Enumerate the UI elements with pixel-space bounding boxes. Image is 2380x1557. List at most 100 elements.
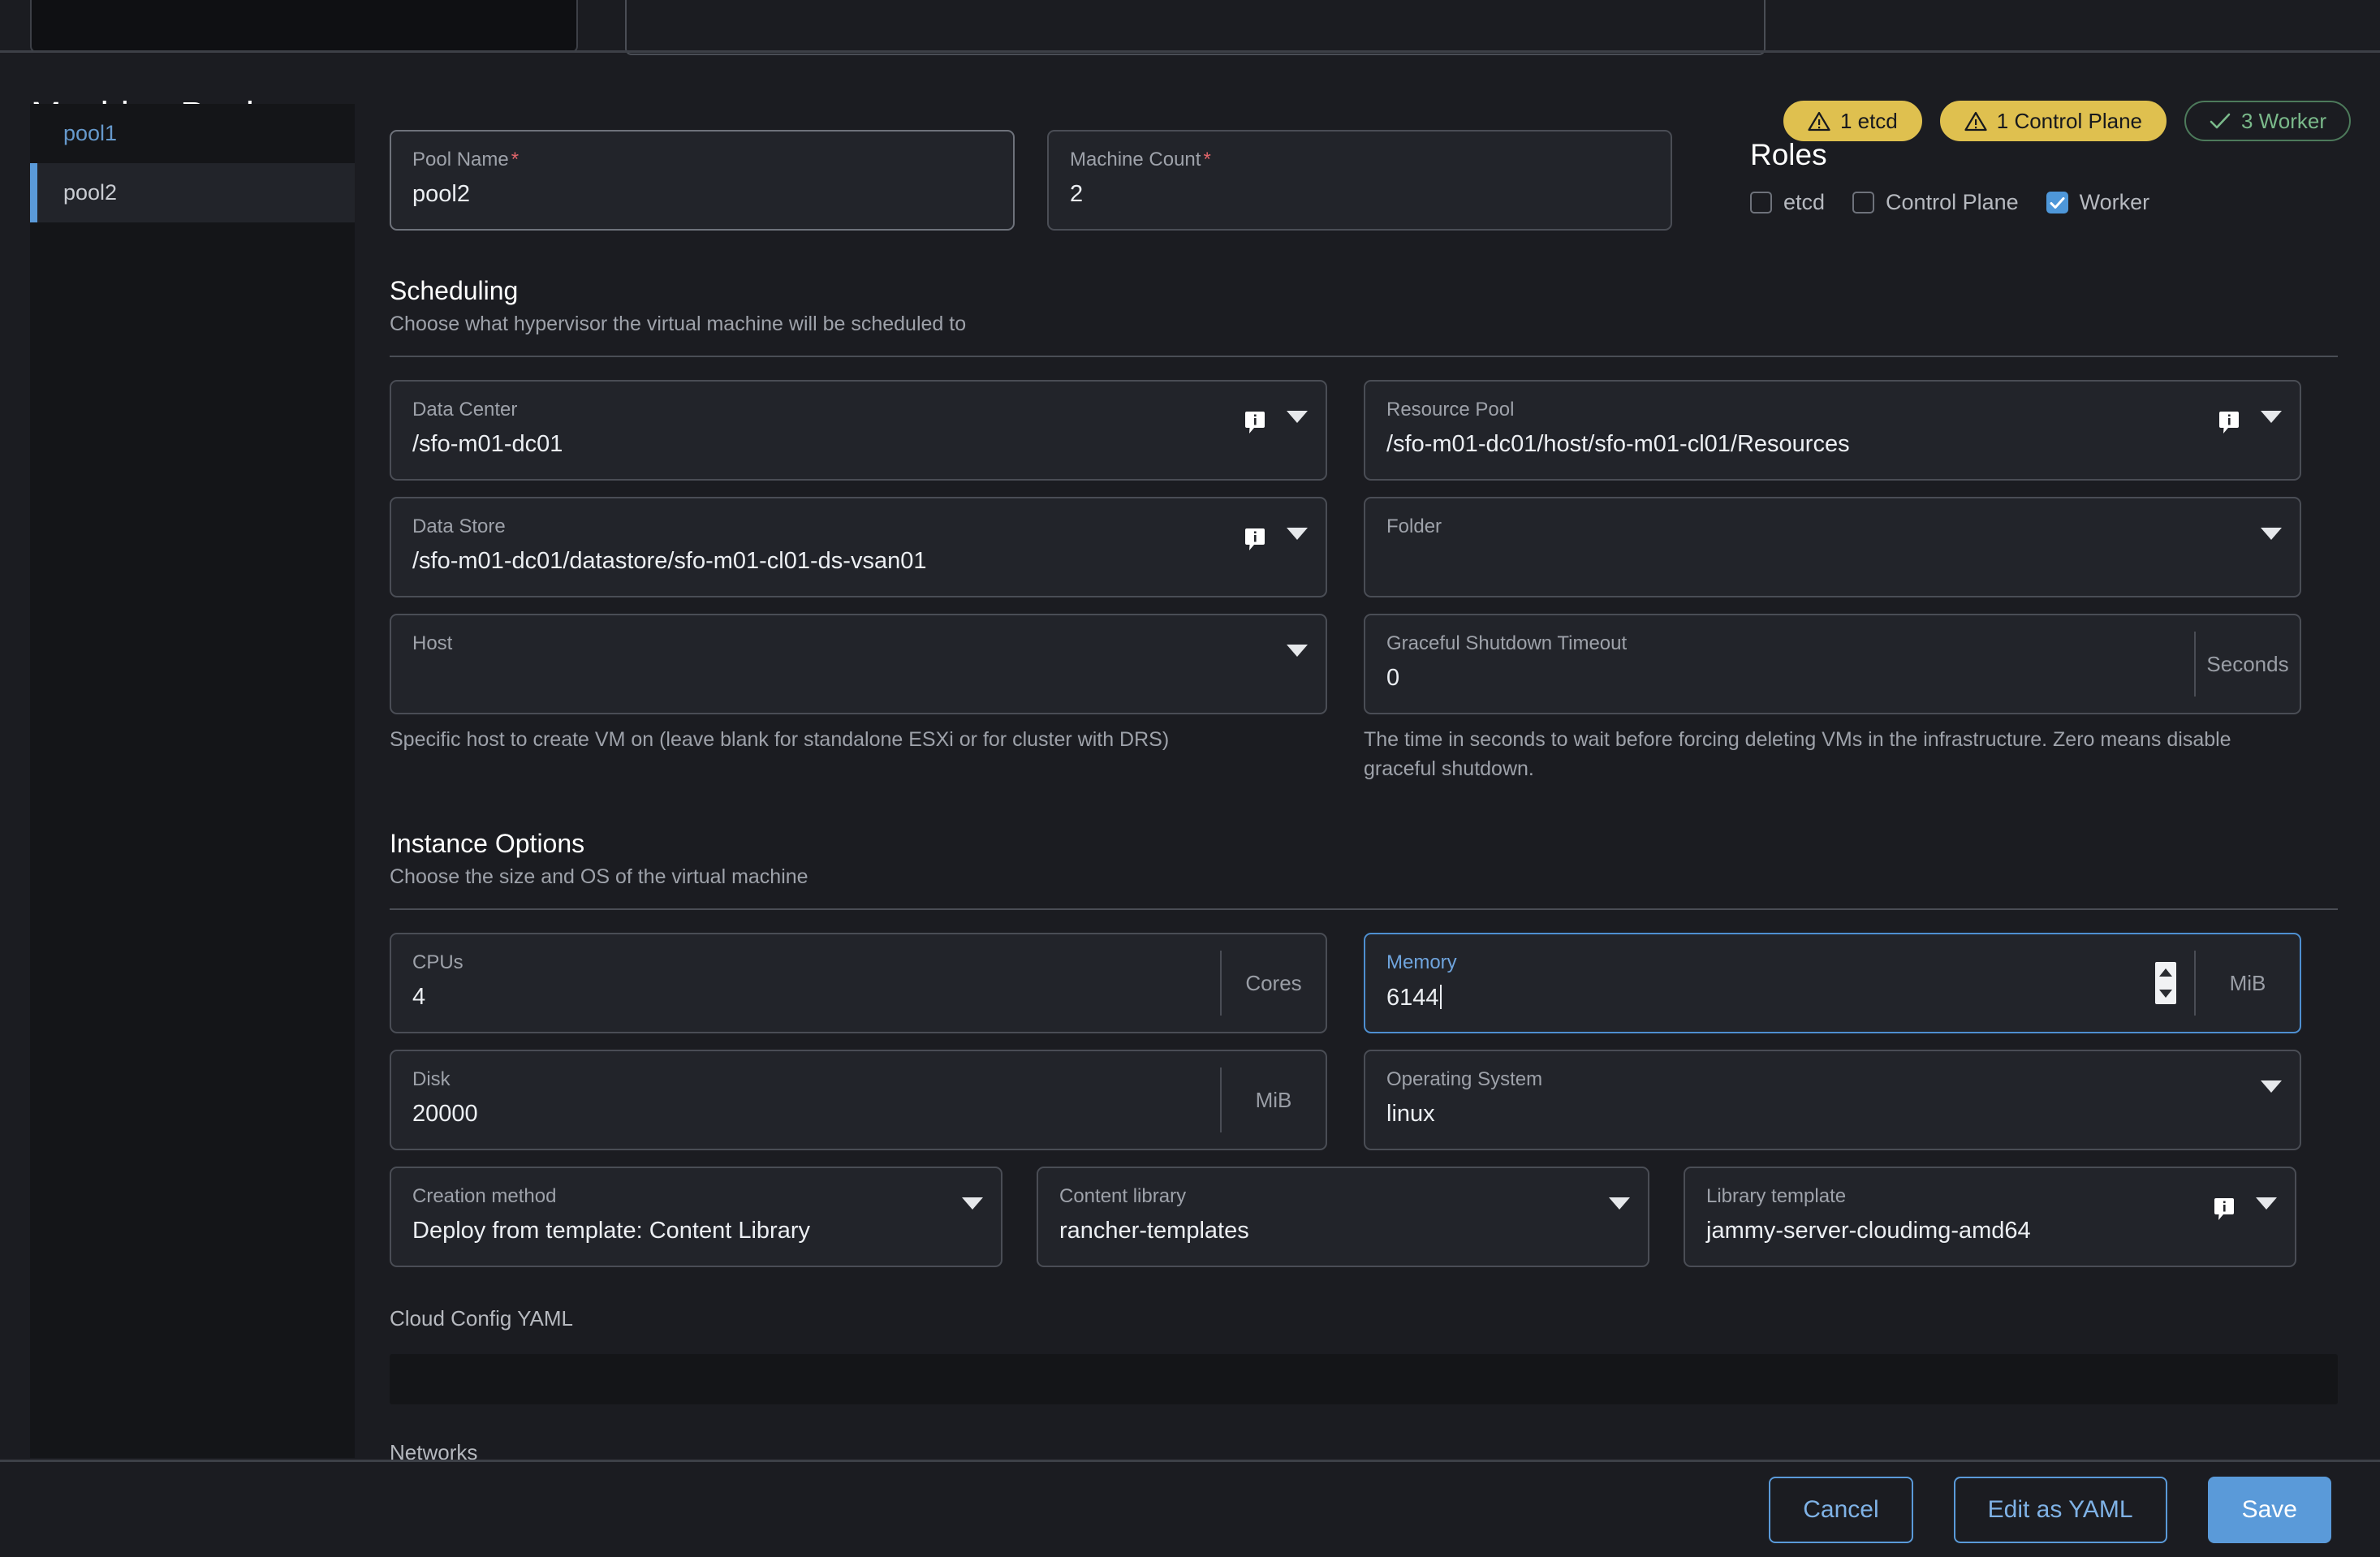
content-library-select[interactable]: Content library rancher-templates <box>1037 1167 1649 1267</box>
disk-input[interactable]: 20000 <box>412 1101 1304 1128</box>
machine-count-field[interactable]: Machine Count * 2 <box>1047 130 1672 231</box>
memory-label: Memory <box>1386 951 1457 973</box>
scheduling-subtitle: Choose what hypervisor the virtual machi… <box>390 313 967 335</box>
chevron-down-icon[interactable] <box>2256 1197 2277 1224</box>
memory-input[interactable]: 6144 <box>1386 985 2279 1011</box>
pool-identity-row: Pool Name * pool2 Machine Count * 2 Roles … <box>390 130 2338 231</box>
role-checkbox-worker-label: Worker <box>2079 190 2150 214</box>
warning-triangle-icon <box>1808 111 1830 132</box>
data-center-select[interactable]: Data Center /sfo-m01-dc01 <box>390 380 1327 481</box>
sidebar-item-pool1[interactable]: pool1 <box>30 104 355 163</box>
chevron-down-icon[interactable] <box>1287 411 1308 438</box>
host-label: Host <box>412 632 453 654</box>
role-checkbox-etcd[interactable]: etcd <box>1750 190 1825 215</box>
cloud-config-yaml-editor[interactable] <box>390 1354 2338 1404</box>
folder-label: Folder <box>1386 515 1442 537</box>
disk-label: Disk <box>412 1068 451 1090</box>
chevron-down-icon[interactable] <box>1287 645 1308 671</box>
info-icon[interactable] <box>1244 411 1265 439</box>
checkbox-checked-icon[interactable] <box>2046 192 2068 213</box>
cloud-config-yaml-label: Cloud Config YAML <box>390 1306 573 1331</box>
pool-name-field[interactable]: Pool Name * pool2 <box>390 130 1015 231</box>
checkbox-unchecked-icon[interactable] <box>1852 192 1875 213</box>
required-marker: * <box>1203 149 1211 170</box>
info-icon[interactable] <box>1244 528 1265 556</box>
disk-field[interactable]: Disk 20000 MiB <box>390 1050 1327 1150</box>
chevron-down-icon[interactable] <box>962 1197 983 1224</box>
sidebar-item-pool2[interactable]: pool2 <box>30 163 355 222</box>
pool-name-input[interactable]: pool2 <box>412 181 992 208</box>
creation-method-select[interactable]: Creation method Deploy from template: Co… <box>390 1167 1002 1267</box>
library-template-select[interactable]: Library template jammy-server-cloudimg-a… <box>1684 1167 2296 1267</box>
host-hint: Specific host to create VM on (leave bla… <box>390 728 1170 751</box>
cpus-label: CPUs <box>412 951 463 973</box>
role-checkbox-etcd-label: etcd <box>1783 190 1826 214</box>
required-marker: * <box>511 149 520 170</box>
cut-off-card-right <box>625 0 1766 55</box>
data-store-value: /sfo-m01-dc01/datastore/sfo-m01-cl01-ds-… <box>412 548 927 575</box>
scheduling-row-2: Data Store /sfo-m01-dc01/datastore/sfo-m… <box>390 497 2338 597</box>
cpus-input[interactable]: 4 <box>412 984 1304 1011</box>
cloud-config-yaml-group: Cloud Config YAML <box>390 1306 2338 1404</box>
graceful-shutdown-hint: The time in seconds to wait before forci… <box>1364 728 2231 780</box>
pool-name-label: Pool Name * <box>412 149 520 170</box>
top-strip <box>0 0 2380 55</box>
memory-field[interactable]: Memory 6144 MiB <box>1364 933 2301 1033</box>
instance-row-3: Creation method Deploy from template: Co… <box>390 1167 2338 1267</box>
role-checkbox-control-plane[interactable]: Control Plane <box>1852 190 2019 215</box>
scheduling-row-3: Host Specific host to create VM on (leav… <box>390 614 2338 783</box>
data-center-label: Data Center <box>412 399 518 421</box>
machine-count-label: Machine Count * <box>1070 149 1211 170</box>
memory-input-value: 6144 <box>1386 985 1439 1011</box>
disk-unit: MiB <box>1220 1067 1326 1132</box>
resource-pool-label: Resource Pool <box>1386 399 1515 421</box>
memory-stepper[interactable] <box>2155 962 2176 1004</box>
instance-row-2: Disk 20000 MiB Operating System linux <box>390 1050 2338 1150</box>
stepper-down-icon[interactable] <box>2159 990 2172 998</box>
operating-system-select[interactable]: Operating System linux <box>1364 1050 2301 1150</box>
role-checkbox-control-plane-label: Control Plane <box>1886 190 2019 214</box>
chevron-down-icon[interactable] <box>2261 528 2282 554</box>
chevron-down-icon[interactable] <box>2261 1080 2282 1107</box>
top-divider <box>0 50 2380 53</box>
graceful-shutdown-timeout-field[interactable]: Graceful Shutdown Timeout 0 Seconds <box>1364 614 2301 714</box>
info-icon[interactable] <box>2218 411 2240 439</box>
scheduling-row-1: Data Center /sfo-m01-dc01 Resource Pool … <box>390 380 2338 481</box>
data-store-select[interactable]: Data Store /sfo-m01-dc01/datastore/sfo-m… <box>390 497 1327 597</box>
data-center-value: /sfo-m01-dc01 <box>412 431 563 458</box>
creation-method-value: Deploy from template: Content Library <box>412 1218 810 1244</box>
library-template-label: Library template <box>1706 1185 1847 1207</box>
cut-off-card-left <box>30 0 578 53</box>
folder-select[interactable]: Folder <box>1364 497 2301 597</box>
graceful-shutdown-unit: Seconds <box>2194 632 2300 697</box>
creation-method-label: Creation method <box>412 1185 557 1207</box>
chevron-down-icon[interactable] <box>1287 528 1308 554</box>
check-icon <box>2209 111 2231 131</box>
machine-count-input[interactable]: 2 <box>1070 181 1649 208</box>
warning-triangle-icon <box>1964 111 1987 132</box>
cpus-unit: Cores <box>1220 951 1326 1016</box>
graceful-shutdown-timeout-input[interactable]: 0 <box>1386 665 2279 692</box>
cpus-field[interactable]: CPUs 4 Cores <box>390 933 1327 1033</box>
chevron-down-icon[interactable] <box>1609 1197 1630 1224</box>
save-button[interactable]: Save <box>2207 1476 2331 1543</box>
instance-row-1: CPUs 4 Cores Memory 6144 MiB <box>390 933 2338 1033</box>
content-library-label: Content library <box>1059 1185 1187 1207</box>
data-store-label: Data Store <box>412 515 506 537</box>
edit-as-yaml-button[interactable]: Edit as YAML <box>1953 1476 2167 1543</box>
info-icon[interactable] <box>2214 1197 2235 1226</box>
operating-system-label: Operating System <box>1386 1068 1543 1090</box>
resource-pool-select[interactable]: Resource Pool /sfo-m01-dc01/host/sfo-m01… <box>1364 380 2301 481</box>
resource-pool-value: /sfo-m01-dc01/host/sfo-m01-cl01/Resource… <box>1386 431 1850 458</box>
chevron-down-icon[interactable] <box>2261 411 2282 438</box>
checkbox-unchecked-icon[interactable] <box>1750 192 1772 213</box>
cancel-button[interactable]: Cancel <box>1769 1476 1913 1543</box>
instance-options-title: Instance Options <box>390 829 585 858</box>
role-checkbox-worker[interactable]: Worker <box>2046 190 2150 215</box>
host-select[interactable]: Host <box>390 614 1327 714</box>
text-cursor <box>1439 985 1442 1010</box>
section-divider <box>390 356 2338 357</box>
library-template-value: jammy-server-cloudimg-amd64 <box>1706 1218 2031 1244</box>
stepper-up-icon[interactable] <box>2159 968 2172 977</box>
operating-system-value: linux <box>1386 1101 1435 1128</box>
